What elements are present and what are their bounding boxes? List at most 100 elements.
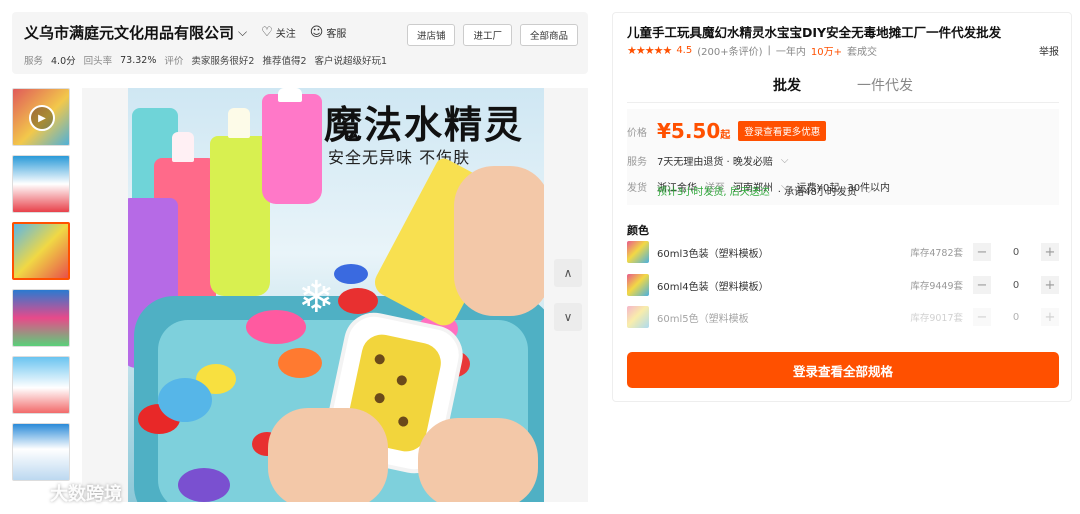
tab-dropship[interactable]: 一件代发 (857, 73, 913, 102)
sku-thumbnail[interactable] (627, 306, 649, 328)
sku-thumbnail[interactable] (627, 241, 649, 263)
chevron-down-icon[interactable]: ⌵ (865, 185, 873, 196)
sku-stock: 库存9449套 (910, 281, 963, 292)
all-products-button[interactable]: 全部商品 (519, 24, 578, 46)
bottle-cap (172, 132, 194, 162)
divider: | (767, 45, 771, 56)
giraffe-spot (397, 415, 410, 428)
sku-row: 60ml4色装（塑料模板） 库存9449套 − 0 + (627, 272, 1059, 298)
chevron-down-icon[interactable]: ⌵ (781, 155, 789, 166)
qty-value[interactable]: 0 (991, 280, 1041, 291)
follow-button[interactable]: ♡ 关注 (261, 25, 296, 40)
price-number: 5.50 (670, 119, 721, 143)
thumbnail-image[interactable] (12, 155, 70, 213)
service-label: 服务 (627, 157, 647, 168)
hand-top (454, 166, 544, 316)
sku-name: 60ml4色装（塑料模板） (657, 281, 769, 293)
color-section-title: 颜色 (627, 224, 649, 237)
ship-promise: 预计3小时发货, 后天送达 (657, 187, 770, 198)
product-panel: 儿童手工玩具魔幻水精灵水宝宝DIY安全无毒地摊工厂一件代发批发 ★★★★★ 4.… (612, 12, 1072, 402)
tab-wholesale[interactable]: 批发 (773, 73, 801, 112)
sku-row: 60ml5色（塑料模板 库存9017套 − 0 + (627, 304, 1059, 330)
rating-value: 4.5 (676, 45, 693, 56)
service-label: 客服 (326, 29, 347, 40)
shipping-label: 发货 (627, 183, 647, 194)
sku-thumbnail[interactable] (627, 274, 649, 296)
enter-shop-button[interactable]: 进店铺 (406, 24, 456, 46)
shop-stats: 服务 4.0分 回头率 73.32% 评价 卖家服务很好2 推荐值得2 客户说超… (24, 53, 388, 68)
sku-name: 60ml5色（塑料模板 (657, 313, 749, 325)
watermark-logo-icon (8, 484, 44, 502)
ship-promise-row: 预计3小时发货, 后天送达 · 承诺48小时发货 ⌵ (657, 183, 872, 198)
product-title: 儿童手工玩具魔幻水精灵水宝宝DIY安全无毒地摊工厂一件代发批发 (627, 25, 1002, 40)
login-for-discount-button[interactable]: 登录查看更多优惠 (738, 121, 827, 141)
chat-smile-icon: ☺ (309, 25, 324, 40)
thumbnail-image[interactable] (12, 289, 70, 347)
customer-service-button[interactable]: ☺ 客服 (310, 25, 347, 40)
price-suffix: 起 (720, 130, 731, 141)
review-tag: 推荐值得2 (262, 56, 307, 67)
price-symbol: ¥ (657, 119, 671, 143)
sku-stock: 库存9017套 (910, 313, 963, 324)
sales-suffix: 套成交 (846, 47, 877, 58)
figure-purple (178, 468, 230, 502)
sku-name: 60ml3色装（塑料模板） (657, 248, 769, 260)
giraffe-spot (373, 353, 386, 366)
qty-decrease-button[interactable]: − (973, 308, 991, 326)
sku-row: 60ml3色装（塑料模板） 库存4782套 − 0 + (627, 239, 1059, 265)
review-tag: 卖家服务很好2 (191, 56, 255, 67)
report-link[interactable]: 举报 (1039, 43, 1059, 58)
gallery-prev-button[interactable]: ∧ (554, 259, 582, 287)
heart-plus-icon: ♡ (261, 25, 273, 40)
price-label: 价格 (627, 127, 647, 139)
figure-pink (246, 310, 306, 344)
giraffe-spot (373, 392, 386, 405)
thumbnail-video[interactable]: ▶ (12, 88, 70, 146)
follow-label: 关注 (275, 29, 296, 40)
service-text[interactable]: 7天无理由退货 · 晚发必赔 (657, 153, 773, 168)
hand-bottom (268, 408, 388, 502)
figure-red (338, 288, 378, 314)
thumbnail-image-selected[interactable] (12, 222, 70, 280)
chevron-down-icon[interactable]: ⌵ (238, 25, 247, 40)
bottle-magenta (262, 94, 322, 204)
stat-repurchase-label: 回头率 (83, 56, 113, 67)
review-tag: 客户说超级好玩1 (314, 56, 388, 67)
stat-review-label: 评价 (164, 56, 184, 67)
image-headline: 魔法水精灵 (324, 103, 525, 147)
qty-decrease-button[interactable]: − (973, 243, 991, 261)
thumbnail-list: ▶ (12, 88, 72, 490)
shop-name[interactable]: 义乌市满庭元文化用品有限公司 (24, 22, 234, 43)
bottle-cap (228, 108, 250, 138)
figure-blue (334, 264, 368, 284)
qty-value[interactable]: 0 (991, 312, 1041, 323)
giraffe-spot (395, 374, 408, 387)
price-value: ¥5.50起 (657, 119, 730, 143)
review-count[interactable]: (200+条评价) (697, 43, 762, 58)
main-product-image[interactable]: 魔法水精灵 安全无异味 不伤肤 ❄ (128, 88, 544, 502)
figure-blue-2 (158, 378, 212, 422)
qty-increase-button[interactable]: + (1041, 276, 1059, 294)
view-all-specs-button[interactable]: 登录查看全部规格 (627, 352, 1059, 388)
sku-stock: 库存4782套 (910, 248, 963, 259)
shop-buttons: 进店铺 进工厂 全部商品 (406, 24, 578, 46)
sales-value: 10万+ (810, 47, 842, 58)
gallery-next-button[interactable]: ∨ (554, 303, 582, 331)
qty-increase-button[interactable]: + (1041, 308, 1059, 326)
play-icon: ▶ (29, 105, 55, 131)
bottle-cap (278, 88, 302, 102)
thumbnail-image[interactable] (12, 356, 70, 414)
purchase-mode-tabs: 批发 一件代发 (627, 73, 1059, 112)
bottle-yellow-green (210, 136, 270, 296)
qty-value[interactable]: 0 (991, 247, 1041, 258)
watermark-text: 大数跨境 (50, 484, 122, 505)
watermark: 大数跨境 (8, 480, 122, 506)
qty-increase-button[interactable]: + (1041, 243, 1059, 261)
thumbnail-image[interactable] (12, 423, 70, 481)
sales-prefix: 一年内 (775, 47, 806, 58)
shop-header: 义乌市满庭元文化用品有限公司 ⌵ ♡ 关注 ☺ 客服 服务 4.0分 回头率 7… (12, 12, 588, 74)
ship-promise-2: · 承诺48小时发货 (777, 187, 857, 198)
shop-name-row: 义乌市满庭元文化用品有限公司 ⌵ ♡ 关注 ☺ 客服 (24, 22, 346, 43)
enter-factory-button[interactable]: 进工厂 (463, 24, 512, 46)
qty-decrease-button[interactable]: − (973, 276, 991, 294)
